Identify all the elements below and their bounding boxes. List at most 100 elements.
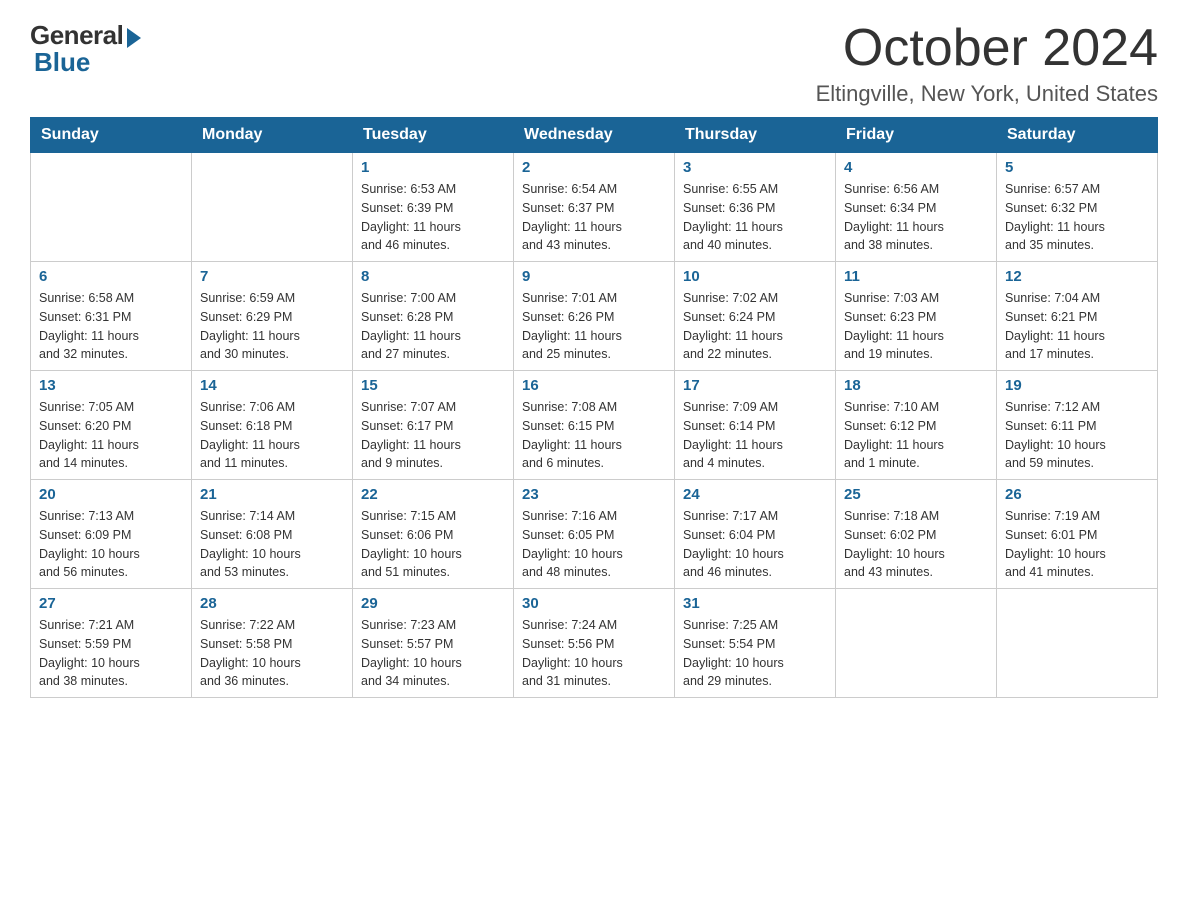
day-number: 19 [1005,377,1149,394]
calendar-cell: 4 Sunrise: 6:56 AMSunset: 6:34 PMDaylight… [836,153,997,262]
day-number: 15 [361,377,505,394]
calendar-cell: 18 Sunrise: 7:10 AMSunset: 6:12 PMDayligh… [836,371,997,480]
day-number: 4 [844,159,988,176]
calendar-cell: 14 Sunrise: 7:06 AMSunset: 6:18 PMDayligh… [192,371,353,480]
calendar-header-thursday: Thursday [675,118,836,153]
day-info: Sunrise: 6:55 AMSunset: 6:36 PMDaylight:… [683,180,827,255]
subtitle: Eltingville, New York, United States [816,81,1158,107]
calendar-cell: 29 Sunrise: 7:23 AMSunset: 5:57 PMDayligh… [353,589,514,698]
calendar-cell: 11Sunrise: 7:03 AMSunset: 6:23 PMDayligh… [836,262,997,371]
calendar-cell: 13Sunrise: 7:05 AMSunset: 6:20 PMDayligh… [31,371,192,480]
day-number: 30 [522,595,666,612]
day-info: Sunrise: 7:25 AMSunset: 5:54 PMDaylight:… [683,616,827,691]
day-info: Sunrise: 7:08 AMSunset: 6:15 PMDaylight:… [522,398,666,473]
calendar-week-row: 13Sunrise: 7:05 AMSunset: 6:20 PMDayligh… [31,371,1158,480]
day-info: Sunrise: 7:02 AMSunset: 6:24 PMDaylight:… [683,289,827,364]
day-info: Sunrise: 6:56 AMSunset: 6:34 PMDaylight:… [844,180,988,255]
title-block: October 2024 Eltingville, New York, Unit… [816,20,1158,107]
day-info: Sunrise: 6:58 AMSunset: 6:31 PMDaylight:… [39,289,183,364]
day-number: 14 [200,377,344,394]
calendar-cell: 25 Sunrise: 7:18 AMSunset: 6:02 PMDayligh… [836,480,997,589]
day-number: 21 [200,486,344,503]
day-number: 1 [361,159,505,176]
calendar-cell: 22 Sunrise: 7:15 AMSunset: 6:06 PMDayligh… [353,480,514,589]
day-number: 16 [522,377,666,394]
calendar-cell [997,589,1158,698]
calendar-cell: 19 Sunrise: 7:12 AMSunset: 6:11 PMDayligh… [997,371,1158,480]
day-info: Sunrise: 6:54 AMSunset: 6:37 PMDaylight:… [522,180,666,255]
logo-arrow-icon [127,28,141,48]
calendar-cell: 30 Sunrise: 7:24 AMSunset: 5:56 PMDayligh… [514,589,675,698]
logo: General Blue [30,20,141,78]
main-title: October 2024 [816,20,1158,77]
day-info: Sunrise: 7:04 AMSunset: 6:21 PMDaylight:… [1005,289,1149,364]
calendar-week-row: 20 Sunrise: 7:13 AMSunset: 6:09 PMDayligh… [31,480,1158,589]
day-info: Sunrise: 7:18 AMSunset: 6:02 PMDaylight:… [844,507,988,582]
calendar-cell: 2 Sunrise: 6:54 AMSunset: 6:37 PMDaylight… [514,153,675,262]
calendar-header-saturday: Saturday [997,118,1158,153]
calendar-header-monday: Monday [192,118,353,153]
calendar-cell: 17 Sunrise: 7:09 AMSunset: 6:14 PMDayligh… [675,371,836,480]
day-number: 20 [39,486,183,503]
day-number: 22 [361,486,505,503]
day-info: Sunrise: 7:12 AMSunset: 6:11 PMDaylight:… [1005,398,1149,473]
day-info: Sunrise: 6:53 AMSunset: 6:39 PMDaylight:… [361,180,505,255]
day-number: 6 [39,268,183,285]
calendar-header-sunday: Sunday [31,118,192,153]
day-info: Sunrise: 7:23 AMSunset: 5:57 PMDaylight:… [361,616,505,691]
day-number: 29 [361,595,505,612]
day-info: Sunrise: 7:10 AMSunset: 6:12 PMDaylight:… [844,398,988,473]
calendar-cell: 6 Sunrise: 6:58 AMSunset: 6:31 PMDaylight… [31,262,192,371]
day-number: 8 [361,268,505,285]
day-info: Sunrise: 7:17 AMSunset: 6:04 PMDaylight:… [683,507,827,582]
day-info: Sunrise: 7:05 AMSunset: 6:20 PMDaylight:… [39,398,183,473]
calendar-cell: 28 Sunrise: 7:22 AMSunset: 5:58 PMDayligh… [192,589,353,698]
day-number: 31 [683,595,827,612]
day-number: 12 [1005,268,1149,285]
day-info: Sunrise: 7:21 AMSunset: 5:59 PMDaylight:… [39,616,183,691]
day-number: 28 [200,595,344,612]
calendar-cell [31,153,192,262]
day-info: Sunrise: 6:57 AMSunset: 6:32 PMDaylight:… [1005,180,1149,255]
day-info: Sunrise: 7:24 AMSunset: 5:56 PMDaylight:… [522,616,666,691]
calendar-cell [836,589,997,698]
day-info: Sunrise: 7:14 AMSunset: 6:08 PMDaylight:… [200,507,344,582]
day-number: 25 [844,486,988,503]
calendar-cell: 9 Sunrise: 7:01 AMSunset: 6:26 PMDaylight… [514,262,675,371]
day-number: 27 [39,595,183,612]
calendar-cell: 12 Sunrise: 7:04 AMSunset: 6:21 PMDayligh… [997,262,1158,371]
day-number: 17 [683,377,827,394]
day-number: 23 [522,486,666,503]
day-info: Sunrise: 7:16 AMSunset: 6:05 PMDaylight:… [522,507,666,582]
calendar-cell: 3 Sunrise: 6:55 AMSunset: 6:36 PMDaylight… [675,153,836,262]
day-number: 3 [683,159,827,176]
day-number: 18 [844,377,988,394]
day-info: Sunrise: 7:22 AMSunset: 5:58 PMDaylight:… [200,616,344,691]
calendar-week-row: 1 Sunrise: 6:53 AMSunset: 6:39 PMDaylight… [31,153,1158,262]
day-number: 2 [522,159,666,176]
calendar-week-row: 27 Sunrise: 7:21 AMSunset: 5:59 PMDayligh… [31,589,1158,698]
calendar-table: SundayMondayTuesdayWednesdayThursdayFrid… [30,117,1158,698]
day-number: 24 [683,486,827,503]
day-number: 9 [522,268,666,285]
calendar-header-tuesday: Tuesday [353,118,514,153]
calendar-header-wednesday: Wednesday [514,118,675,153]
day-number: 7 [200,268,344,285]
day-info: Sunrise: 7:09 AMSunset: 6:14 PMDaylight:… [683,398,827,473]
day-info: Sunrise: 7:15 AMSunset: 6:06 PMDaylight:… [361,507,505,582]
day-info: Sunrise: 7:07 AMSunset: 6:17 PMDaylight:… [361,398,505,473]
calendar-cell: 21 Sunrise: 7:14 AMSunset: 6:08 PMDayligh… [192,480,353,589]
day-info: Sunrise: 7:19 AMSunset: 6:01 PMDaylight:… [1005,507,1149,582]
day-info: Sunrise: 7:00 AMSunset: 6:28 PMDaylight:… [361,289,505,364]
day-number: 11 [844,268,988,285]
day-number: 26 [1005,486,1149,503]
calendar-cell: 1 Sunrise: 6:53 AMSunset: 6:39 PMDaylight… [353,153,514,262]
day-info: Sunrise: 7:06 AMSunset: 6:18 PMDaylight:… [200,398,344,473]
day-info: Sunrise: 7:13 AMSunset: 6:09 PMDaylight:… [39,507,183,582]
calendar-cell: 5Sunrise: 6:57 AMSunset: 6:32 PMDaylight… [997,153,1158,262]
day-info: Sunrise: 6:59 AMSunset: 6:29 PMDaylight:… [200,289,344,364]
day-info: Sunrise: 7:01 AMSunset: 6:26 PMDaylight:… [522,289,666,364]
calendar-header-row: SundayMondayTuesdayWednesdayThursdayFrid… [31,118,1158,153]
day-number: 10 [683,268,827,285]
calendar-cell: 16 Sunrise: 7:08 AMSunset: 6:15 PMDayligh… [514,371,675,480]
